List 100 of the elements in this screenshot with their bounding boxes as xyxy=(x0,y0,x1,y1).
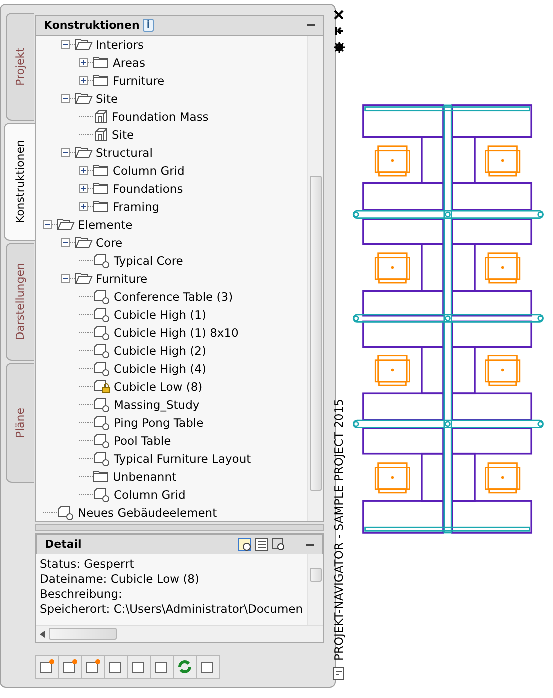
tree-item[interactable]: Cubicle High (1) xyxy=(36,306,308,324)
settings-icon[interactable] xyxy=(334,42,345,53)
tree-item[interactable]: Structural xyxy=(36,144,308,162)
tree-item[interactable]: Foundation Mass xyxy=(36,108,308,126)
tree-item[interactable]: Site xyxy=(36,90,308,108)
refresh-icon xyxy=(177,659,193,675)
tree-item[interactable]: Cubicle Low (8) xyxy=(36,378,308,396)
tree-item[interactable]: Furniture xyxy=(36,270,308,288)
tree-item[interactable]: Column Grid xyxy=(36,162,308,180)
toolbar-button[interactable] xyxy=(127,655,151,679)
close-icon[interactable] xyxy=(334,10,344,20)
tree-item[interactable]: Furniture xyxy=(36,72,308,90)
detail-line: Speicherort: C:\Users\Administrator\Documen xyxy=(40,602,304,618)
collapse-toggle[interactable] xyxy=(61,148,70,158)
properties-icon[interactable] xyxy=(333,667,346,681)
element-icon xyxy=(93,416,111,430)
tree-item[interactable]: Cubicle High (2) xyxy=(36,342,308,360)
preview-icon xyxy=(238,538,252,552)
folder-icon xyxy=(93,470,110,483)
collapse-toggle[interactable] xyxy=(61,274,70,284)
open-folder-icon xyxy=(75,38,93,51)
collapse-toggle[interactable] xyxy=(61,94,70,104)
tree-item[interactable]: Interiors xyxy=(36,36,308,54)
tool-icon xyxy=(85,659,101,675)
toolbar-button[interactable] xyxy=(104,655,128,679)
collapse-toggle[interactable] xyxy=(43,220,52,230)
folder-icon xyxy=(93,200,110,213)
element-icon xyxy=(93,308,111,322)
minimize-icon[interactable] xyxy=(307,24,316,26)
element-icon xyxy=(93,398,111,412)
collapse-toggle[interactable] xyxy=(61,40,70,50)
scroll-left-icon[interactable] xyxy=(40,630,45,638)
refresh-button[interactable] xyxy=(173,655,197,679)
tree-item[interactable]: Typical Furniture Layout xyxy=(36,450,308,468)
tree-item[interactable]: Typical Core xyxy=(36,252,308,270)
folder-icon xyxy=(93,164,110,177)
tree-item[interactable]: Areas xyxy=(36,54,308,72)
tree-item[interactable]: Neues Gebäudeelement xyxy=(36,504,308,521)
toolbar-button[interactable] xyxy=(150,655,174,679)
open-folder-icon xyxy=(75,146,93,159)
tree-item[interactable]: Pool Table xyxy=(36,432,308,450)
element-icon xyxy=(93,344,111,358)
expand-toggle[interactable] xyxy=(79,58,88,68)
tree-item[interactable]: Framing xyxy=(36,198,308,216)
toolbar-button[interactable] xyxy=(58,655,82,679)
building-icon xyxy=(93,128,109,142)
palette-tab[interactable]: Darstellungen xyxy=(6,243,34,361)
tree-item[interactable]: Unbenannt xyxy=(36,468,308,486)
expand-toggle[interactable] xyxy=(79,76,88,86)
tree-item[interactable]: Site xyxy=(36,126,308,144)
horizontal-scrollbar[interactable] xyxy=(36,625,324,642)
open-folder-icon xyxy=(75,272,93,285)
tree-item[interactable]: Cubicle High (4) xyxy=(36,360,308,378)
detail-line: Dateiname: Cubicle Low (8) xyxy=(40,572,200,588)
palette-tab[interactable]: Pläne xyxy=(6,363,34,483)
tree-item[interactable]: Foundations xyxy=(36,180,308,198)
element-icon xyxy=(93,362,111,376)
element-icon xyxy=(93,488,111,502)
folder-icon xyxy=(93,182,110,195)
minimize-icon[interactable] xyxy=(306,544,314,546)
pin-icon[interactable] xyxy=(334,26,344,36)
info-badge[interactable]: i xyxy=(142,18,154,32)
expand-toggle[interactable] xyxy=(79,184,88,194)
panel-title: Konstruktionen xyxy=(44,18,140,32)
tool-icon xyxy=(62,659,78,675)
palette-tab[interactable]: Projekt xyxy=(6,13,34,121)
vertical-scrollbar[interactable] xyxy=(307,554,324,625)
splitter-handle[interactable] xyxy=(35,524,324,532)
vertical-scrollbar[interactable] xyxy=(307,36,324,521)
open-folder-icon xyxy=(75,92,93,105)
folder-icon xyxy=(93,56,110,69)
tree-item[interactable]: Column Grid xyxy=(36,486,308,504)
open-folder-icon xyxy=(75,236,93,249)
element-icon xyxy=(93,434,111,448)
tree-item[interactable]: Ping Pong Table xyxy=(36,414,308,432)
element-icon xyxy=(93,290,111,304)
expand-toggle[interactable] xyxy=(79,202,88,212)
building-icon xyxy=(93,110,109,124)
element-icon xyxy=(93,326,111,340)
tool-icon xyxy=(39,659,55,675)
toolbar-button[interactable] xyxy=(35,655,59,679)
list-icon xyxy=(255,538,270,552)
tree-item[interactable]: Core xyxy=(36,234,308,252)
palette-title: PROJEKT-NAVIGATOR - SAMPLE PROJECT 2015 xyxy=(332,399,346,661)
folder-icon xyxy=(93,74,110,87)
collapse-toggle[interactable] xyxy=(61,238,70,248)
palette-tab[interactable]: Konstruktionen xyxy=(4,123,36,241)
tree-item[interactable]: Massing_Study xyxy=(36,396,308,414)
tree-item[interactable]: Conference Table (3) xyxy=(36,288,308,306)
detail-line: Beschreibung: xyxy=(40,587,124,602)
toolbar-button[interactable] xyxy=(196,655,220,679)
zoom-preview-icon xyxy=(272,538,286,552)
toolbar-button[interactable] xyxy=(81,655,105,679)
tree-item[interactable]: Elemente xyxy=(36,216,308,234)
expand-toggle[interactable] xyxy=(79,166,88,176)
panel-title: Detail xyxy=(45,538,82,552)
element-icon xyxy=(93,452,111,466)
detail-line: Status: Gesperrt xyxy=(40,557,136,572)
locked-element-icon xyxy=(93,380,111,394)
tree-item[interactable]: Cubicle High (1) 8x10 xyxy=(36,324,308,342)
